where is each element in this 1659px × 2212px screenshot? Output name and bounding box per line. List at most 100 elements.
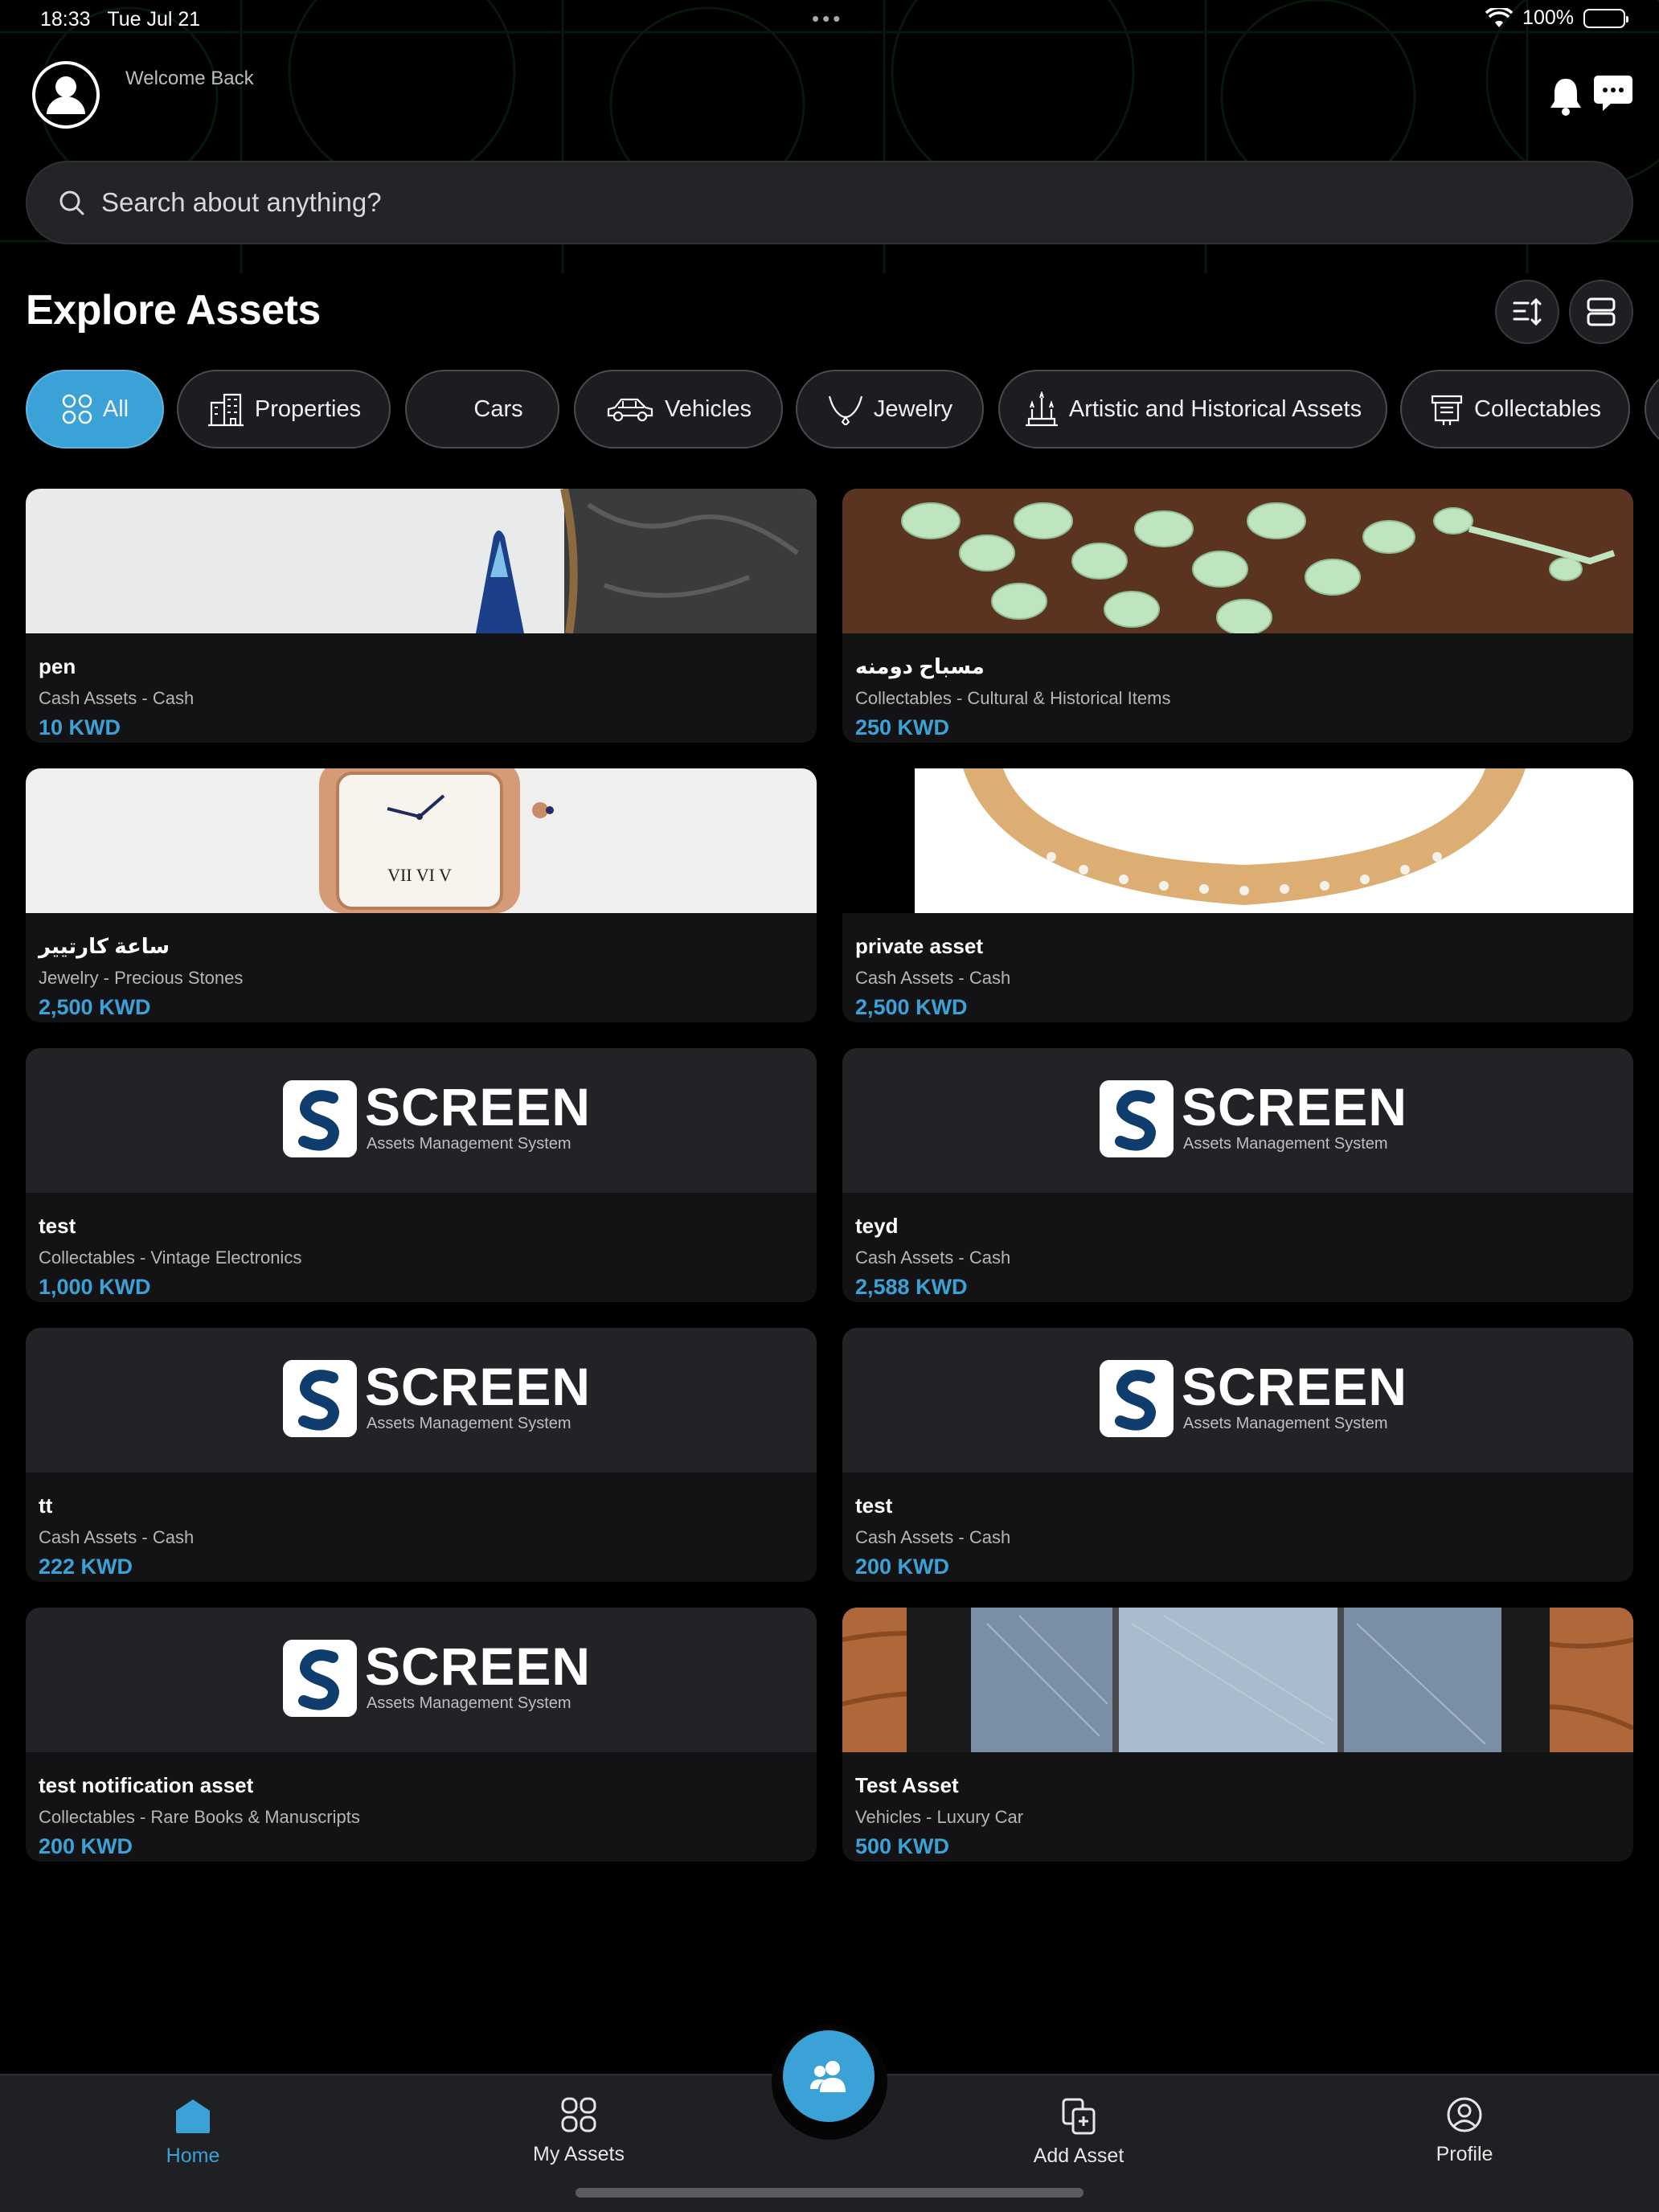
sort-icon: [1513, 297, 1542, 326]
asset-image-phone-screen: [842, 1608, 1633, 1752]
nav-label: Home: [166, 2144, 220, 2167]
asset-image-pen: [26, 489, 817, 633]
asset-card[interactable]: VII VI V ساعة كارتيير Jewelry - Precious…: [26, 768, 817, 1022]
asset-card[interactable]: SCREEN Assets Management System test Cas…: [842, 1328, 1633, 1582]
users-icon: [810, 2061, 846, 2092]
profile-icon: [1447, 2097, 1482, 2132]
asset-price: 222 KWD: [39, 1555, 133, 1579]
logo-tagline: Assets Management System: [367, 1415, 571, 1432]
sort-button[interactable]: [1495, 280, 1559, 344]
list-layout-icon: [1587, 297, 1616, 326]
asset-title: tt: [39, 1493, 53, 1518]
page-title: Explore Assets: [26, 287, 321, 334]
chip-jewelry[interactable]: Jewelry: [796, 370, 984, 449]
asset-card[interactable]: Test Asset Vehicles - Luxury Car 500 KWD: [842, 1608, 1633, 1862]
asset-card[interactable]: SCREEN Assets Management System test not…: [26, 1608, 817, 1862]
chip-label: Jewelry: [873, 395, 953, 422]
chip-cars[interactable]: Cars: [405, 370, 559, 449]
asset-card[interactable]: SCREEN Assets Management System test Col…: [26, 1048, 817, 1302]
asset-price: 250 KWD: [855, 715, 950, 739]
screen-logo-icon: [1100, 1080, 1174, 1157]
chip-all[interactable]: All: [26, 370, 164, 449]
screen-logo-icon: [283, 1640, 357, 1717]
asset-card[interactable]: SCREEN Assets Management System teyd Cas…: [842, 1048, 1633, 1302]
asset-title: teyd: [855, 1214, 899, 1238]
chip-label: Properties: [254, 395, 362, 422]
chip-properties[interactable]: Properties: [177, 370, 391, 449]
asset-title: ساعة كارتيير: [39, 934, 170, 958]
asset-card[interactable]: pen Cash Assets - Cash 10 KWD: [26, 489, 817, 743]
screen-logo-icon: [283, 1360, 357, 1437]
building-icon: [207, 393, 244, 427]
person-icon: [35, 64, 96, 125]
asset-title: private asset: [855, 934, 983, 958]
necklace-icon: [828, 395, 862, 425]
asset-title: Test Asset: [855, 1773, 959, 1797]
add-asset-icon: [1062, 2098, 1096, 2135]
asset-category: Cash Assets - Cash: [855, 1527, 1011, 1547]
layout-toggle-button[interactable]: [1569, 280, 1633, 344]
nav-profile[interactable]: Profile: [1384, 2095, 1545, 2166]
logo-tagline: Assets Management System: [367, 1694, 571, 1712]
nav-label: My Assets: [533, 2143, 625, 2165]
search-icon: [59, 190, 84, 215]
status-time: 18:33 Tue Jul 21: [40, 8, 201, 31]
chip-more[interactable]: [1645, 370, 1659, 449]
nav-label: Profile: [1436, 2143, 1493, 2165]
logo-wordmark: SCREEN: [365, 1357, 592, 1416]
asset-card[interactable]: SCREEN Assets Management System tt Cash …: [26, 1328, 817, 1582]
logo-wordmark: SCREEN: [365, 1077, 592, 1137]
asset-title: test: [39, 1214, 76, 1238]
asset-category: Vehicles - Luxury Car: [855, 1807, 1024, 1827]
asset-category: Collectables - Vintage Electronics: [39, 1247, 302, 1268]
chip-label: Cars: [473, 395, 523, 422]
asset-category: Collectables - Cultural & Historical Ite…: [855, 688, 1171, 708]
asset-price: 2,500 KWD: [39, 995, 151, 1019]
screen-logo-icon: [1100, 1360, 1174, 1437]
grid-icon: [62, 394, 92, 424]
search-placeholder: Search about anything?: [101, 187, 382, 217]
chip-collectables[interactable]: Collectables: [1400, 370, 1630, 449]
asset-image-screen-logo: SCREEN Assets Management System: [26, 1608, 817, 1752]
asset-category: Collectables - Rare Books & Manuscripts: [39, 1807, 360, 1827]
asset-card[interactable]: private asset Cash Assets - Cash 2,500 K…: [842, 768, 1633, 1022]
category-chips: All Properties Cars Vehicles Jewelry Art…: [26, 370, 1659, 450]
asset-category: Cash Assets - Cash: [39, 1527, 195, 1547]
community-fab-button[interactable]: [783, 2030, 875, 2122]
chip-label: Artistic and Historical Assets: [1068, 395, 1362, 422]
asset-category: Cash Assets - Cash: [855, 1247, 1011, 1268]
search-input[interactable]: Search about anything?: [26, 161, 1633, 244]
asset-card[interactable]: مسباح دومنه Collectables - Cultural & Hi…: [842, 489, 1633, 743]
status-right: 100%: [1485, 6, 1628, 30]
asset-price: 200 KWD: [39, 1834, 133, 1858]
asset-price: 500 KWD: [855, 1834, 950, 1858]
notification-bell-icon[interactable]: [1548, 76, 1583, 116]
asset-title: test: [855, 1493, 893, 1518]
asset-category: Cash Assets - Cash: [39, 688, 195, 708]
asset-price: 2,500 KWD: [855, 995, 968, 1019]
asset-image-watch: VII VI V: [26, 768, 817, 913]
home-indicator[interactable]: [576, 2188, 1083, 2198]
asset-image-screen-logo: SCREEN Assets Management System: [842, 1328, 1633, 1473]
logo-wordmark: SCREEN: [1182, 1077, 1408, 1137]
multitasking-dots-icon[interactable]: •••: [812, 6, 843, 31]
nav-add-asset[interactable]: Add Asset: [998, 2096, 1159, 2168]
nav-my-assets[interactable]: My Assets: [498, 2095, 659, 2166]
battery-percent: 100%: [1522, 6, 1574, 29]
logo-tagline: Assets Management System: [367, 1135, 571, 1153]
chip-label: All: [102, 395, 129, 422]
nav-home[interactable]: Home: [113, 2096, 273, 2168]
home-icon: [176, 2099, 210, 2133]
wifi-icon: [1485, 7, 1514, 27]
chip-vehicles[interactable]: Vehicles: [574, 370, 783, 449]
chat-icon[interactable]: [1593, 74, 1633, 113]
asset-category: Cash Assets - Cash: [855, 968, 1011, 988]
grid-icon: [561, 2097, 596, 2132]
user-avatar[interactable]: [32, 61, 100, 129]
chip-artistic-historical[interactable]: Artistic and Historical Assets: [998, 370, 1387, 449]
status-bar: 18:33 Tue Jul 21 ••• 100%: [0, 0, 1659, 39]
battery-icon: [1583, 8, 1628, 28]
welcome-text: Welcome Back: [125, 68, 254, 89]
logo-tagline: Assets Management System: [1183, 1135, 1388, 1153]
chip-label: Collectables: [1474, 395, 1601, 422]
